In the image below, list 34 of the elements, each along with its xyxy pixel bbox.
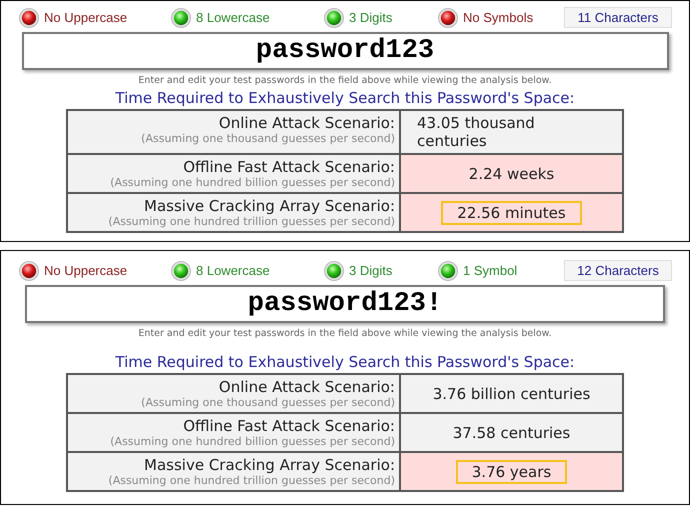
scenario-assumption: (Assuming one hundred billion guesses per second) <box>110 435 395 449</box>
hint-text: Enter and edit your test passwords in the field above while viewing the analysis below. <box>138 328 552 339</box>
section-title: Time Required to Exhaustively Search this Password's Space: <box>115 89 575 107</box>
scenario-assumption: (Assuming one hundred trillion guesses per second) <box>108 215 395 229</box>
indicator-label: No Uppercase <box>44 10 128 25</box>
indicator-label: 8 Lowercase <box>196 10 270 25</box>
time-value: 2.24 weeks <box>468 164 556 184</box>
scenario-assumption: (Assuming one thousand guesses per second) <box>141 396 395 410</box>
character-count: 11 Characters <box>564 7 672 28</box>
password-field[interactable]: password123 <box>22 32 668 70</box>
indicator-label: 1 Symbol <box>463 263 518 278</box>
section-title: Time Required to Exhaustively Search this Password's Space: <box>115 353 575 371</box>
scenario-name: Online Attack Scenario: <box>218 114 395 132</box>
time-value: 43.05 thousand centuries <box>416 113 536 152</box>
scenario-name: Massive Cracking Array Scenario: <box>144 197 395 215</box>
hint-text: Enter and edit your test passwords in the field above while viewing the analysis below. <box>138 75 552 86</box>
indicator-label: 3 Digits <box>349 263 392 278</box>
scenario-name: Massive Cracking Array Scenario: <box>144 456 395 474</box>
indicator-label: No Symbols <box>463 10 534 25</box>
time-value: 22.56 minutes <box>441 200 582 224</box>
indicator-label: 3 Digits <box>349 10 392 25</box>
time-value: 3.76 years <box>456 460 568 484</box>
indicator-label: No Uppercase <box>44 263 128 278</box>
scenario-assumption: (Assuming one hundred billion guesses per second) <box>110 176 395 190</box>
time-value: 3.76 billion centuries <box>432 384 592 404</box>
scenario-assumption: (Assuming one hundred trillion guesses per second) <box>108 474 395 488</box>
indicator-label: 8 Lowercase <box>196 263 270 278</box>
scenario-assumption: (Assuming one thousand guesses per second) <box>141 132 395 146</box>
scenario-name: Online Attack Scenario: <box>218 378 395 396</box>
scenario-name: Offline Fast Attack Scenario: <box>183 158 395 176</box>
character-count: 12 Characters <box>564 260 672 281</box>
password-field[interactable]: password123! <box>25 285 665 323</box>
scenario-name: Offline Fast Attack Scenario: <box>183 417 395 435</box>
time-value: 37.58 centuries <box>452 422 572 444</box>
